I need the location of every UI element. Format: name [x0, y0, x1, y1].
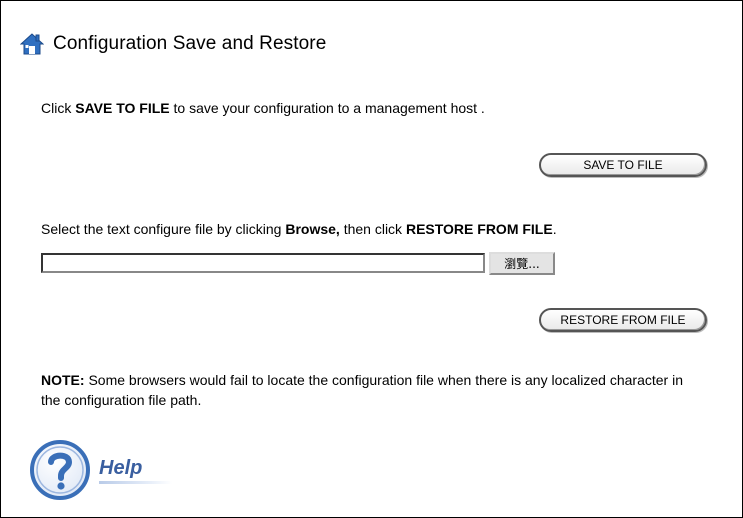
home-icon [20, 33, 44, 55]
restore-instructions-restore: RESTORE FROM FILE [405, 221, 553, 237]
help-link[interactable]: Help [29, 439, 173, 501]
restore-instructions: Select the text configure file by clicki… [41, 221, 557, 237]
restore-instructions-browse: Browse, [285, 221, 340, 237]
save-to-file-button[interactable]: SAVE TO FILE [539, 153, 707, 177]
file-path-input[interactable] [41, 253, 485, 273]
note-label: NOTE: [41, 372, 85, 388]
content-frame: Configuration Save and Restore Click SAV… [0, 0, 743, 518]
browse-button[interactable]: 瀏覽... [489, 252, 555, 275]
help-label[interactable]: Help [99, 456, 173, 484]
page-title: Configuration Save and Restore [53, 33, 327, 54]
save-instructions-bold: SAVE TO FILE [75, 100, 170, 116]
restore-instructions-middle: then click [339, 221, 406, 237]
note-text: NOTE: Some browsers would fail to locate… [41, 370, 701, 410]
save-instructions-prefix: Click [41, 100, 76, 116]
title-row: Configuration Save and Restore [20, 29, 326, 59]
restore-instructions-prefix: Select the text configure file by clicki… [41, 221, 286, 237]
save-instructions: Click SAVE TO FILE to save your configur… [41, 100, 485, 116]
restore-instructions-suffix: . [552, 221, 557, 237]
restore-from-file-button[interactable]: RESTORE FROM FILE [539, 308, 707, 332]
save-instructions-suffix: to save your configuration to a manageme… [169, 100, 485, 116]
note-body: Some browsers would fail to locate the c… [41, 372, 683, 408]
help-question-icon [30, 440, 90, 500]
